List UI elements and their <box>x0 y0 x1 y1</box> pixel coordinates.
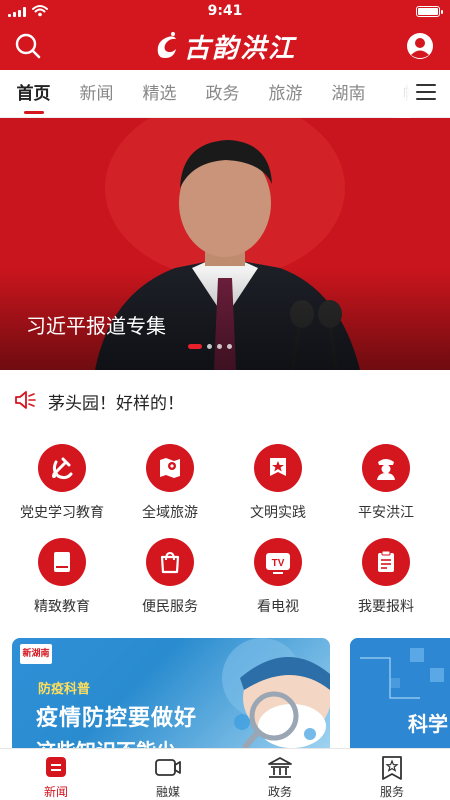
tv-icon: TV <box>254 538 302 586</box>
service-label: 看电视 <box>257 599 299 615</box>
search-icon <box>15 33 41 59</box>
service-label: 全域旅游 <box>142 505 198 521</box>
search-button[interactable] <box>14 32 42 60</box>
user-profile-button[interactable] <box>406 32 434 60</box>
service-icon <box>382 756 402 780</box>
news-icon <box>46 757 66 777</box>
status-time: 9:41 <box>207 3 243 19</box>
hammer-sickle-icon <box>38 444 86 492</box>
notice-bar[interactable]: 茅头园！好样的！ <box>0 370 450 430</box>
service-label: 我要报料 <box>358 599 414 615</box>
clipboard-icon <box>362 538 410 586</box>
service-label: 精致教育 <box>34 599 90 615</box>
bottom-navigation: 新闻 融媒 政务 服务 <box>0 748 450 800</box>
carousel-dot[interactable] <box>227 344 232 349</box>
app-header: 9:41 古韵洪江 <box>0 0 450 70</box>
banner-caption: 习近平报道专集 <box>26 314 166 338</box>
carousel-dot[interactable] <box>188 344 202 349</box>
menu-button[interactable] <box>416 84 436 104</box>
nav-label: 新闻 <box>43 785 68 799</box>
service-safety[interactable]: 平安洪江 <box>330 440 442 530</box>
nav-label: 政务 <box>267 785 292 799</box>
nav-government[interactable]: 政务 <box>224 755 336 800</box>
card-headline: 疫情防控要做好 <box>36 706 198 731</box>
card-partial-text: 科学 <box>408 712 448 736</box>
nav-media[interactable]: 融媒 <box>112 755 224 800</box>
service-party-history[interactable]: 党史学习教育 <box>6 440 118 530</box>
app-logo: 古韵洪江 <box>130 28 320 64</box>
nav-news[interactable]: 新闻 <box>0 755 112 800</box>
police-icon <box>362 444 410 492</box>
swirl-logo-icon <box>157 32 176 58</box>
map-pin-icon <box>146 444 194 492</box>
tab-home[interactable]: 首页 <box>2 70 65 118</box>
publisher-logo: 新湖南 <box>20 644 52 664</box>
service-report[interactable]: 我要报料 <box>330 534 442 624</box>
card-tag: 防疫科普 <box>38 682 91 697</box>
notice-text: 茅头园！好样的！ <box>48 394 184 414</box>
service-education[interactable]: 精致教育 <box>6 534 118 624</box>
app-title: 古韵洪江 <box>183 33 296 64</box>
service-label: 党史学习教育 <box>20 505 104 521</box>
service-grid: 党史学习教育 全域旅游 文明实践 平安洪江 精致教育 便民服务 TV 看电视 我… <box>0 440 450 630</box>
hero-banner[interactable]: 习近平报道专集 <box>0 118 450 370</box>
nav-label: 融媒 <box>155 785 180 799</box>
card-subline: 这些知识不能少 <box>36 735 176 748</box>
video-icon <box>155 759 181 776</box>
epidemic-card[interactable]: 新湖南 防疫科普 疫情防控要做好 这些知识不能少 <box>12 638 330 748</box>
service-civilization[interactable]: 文明实践 <box>222 440 334 530</box>
shopping-bag-icon <box>146 538 194 586</box>
nav-label: 服务 <box>379 785 404 799</box>
service-label: 文明实践 <box>250 505 306 521</box>
book-icon <box>38 538 86 586</box>
feature-cards: 新湖南 防疫科普 疫情防控要做好 这些知识不能少 科学 <box>0 638 450 748</box>
tab-news[interactable]: 新闻 <box>65 70 128 118</box>
star-banner-icon <box>254 444 302 492</box>
category-tabs: 首页 新闻 精选 政务 旅游 湖南 帐 <box>0 70 450 118</box>
speaker-icon <box>15 391 36 409</box>
science-card[interactable]: 科学 <box>350 638 450 748</box>
service-label: 平安洪江 <box>358 505 414 521</box>
service-label: 便民服务 <box>142 599 198 615</box>
tab-travel[interactable]: 旅游 <box>254 70 317 118</box>
service-tourism[interactable]: 全域旅游 <box>114 440 226 530</box>
nav-services[interactable]: 服务 <box>336 755 448 800</box>
svg-text:TV: TV <box>272 558 285 569</box>
service-convenience[interactable]: 便民服务 <box>114 534 226 624</box>
user-icon <box>407 33 433 59</box>
carousel-dot[interactable] <box>207 344 212 349</box>
tab-hunan[interactable]: 湖南 <box>317 70 380 118</box>
carousel-dot[interactable] <box>217 344 222 349</box>
tab-government[interactable]: 政务 <box>191 70 254 118</box>
battery-icon <box>416 6 443 17</box>
government-icon <box>268 757 292 778</box>
carousel-indicator <box>188 344 232 349</box>
service-watch-tv[interactable]: TV 看电视 <box>222 534 334 624</box>
tab-featured[interactable]: 精选 <box>128 70 191 118</box>
status-bar: 9:41 <box>0 0 450 24</box>
